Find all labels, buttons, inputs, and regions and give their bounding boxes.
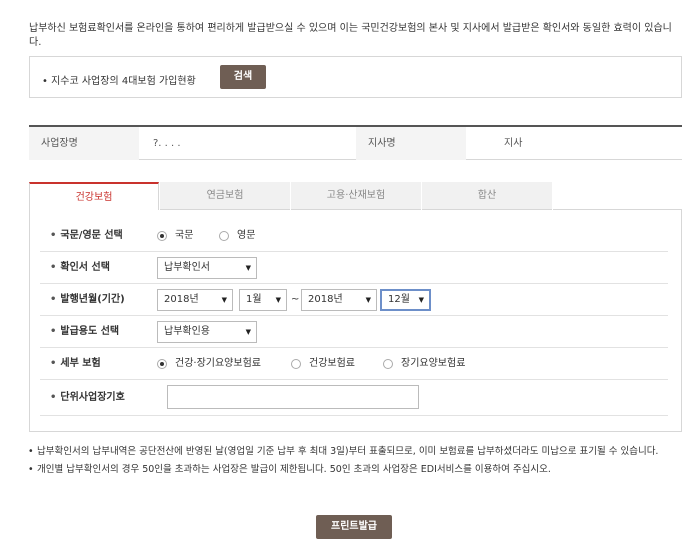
radio-health-longterm-label: 건강·장기요양보험료 — [175, 358, 261, 369]
from-year-select[interactable]: 2018년 ▼ — [157, 289, 233, 311]
dropdown-arrow-icon: ▼ — [221, 296, 227, 304]
unit-code-label: 단위사업장기호 — [60, 392, 125, 403]
search-box: • 지수코 사업장의 4대보험 가입현황 검색 — [29, 56, 682, 98]
purpose-label: 발급용도 선택 — [60, 326, 120, 337]
tab-health[interactable]: 건강보험 — [29, 182, 159, 210]
certificate-label: 확인서 선택 — [60, 262, 110, 273]
dropdown-arrow-icon: ▼ — [365, 296, 371, 304]
row-language: • 국문/영문 선택 국문 영문 — [40, 220, 668, 252]
notes: 납부확인서의 납부내역은 공단전산에 반영된 날(영업일 기준 납부 후 최대 … — [28, 446, 683, 482]
branch-label: 지사명 — [356, 127, 466, 160]
purpose-select[interactable]: 납부확인용 ▼ — [157, 321, 257, 343]
certificate-select[interactable]: 납부확인서 ▼ — [157, 257, 257, 279]
radio-longterm-label: 장기요양보험료 — [401, 358, 466, 369]
to-month-select[interactable]: 12월 ▼ — [380, 289, 431, 311]
radio-health[interactable] — [291, 359, 301, 369]
radio-longterm[interactable] — [383, 359, 393, 369]
note-item: 납부확인서의 납부내역은 공단전산에 반영된 날(영업일 기준 납부 후 최대 … — [28, 446, 683, 458]
from-month-select[interactable]: 1월 ▼ — [239, 289, 287, 311]
row-period: • 발행년월(기간) 2018년 ▼ 1월 ▼ ~ 2018년 ▼ 12월 ▼ — [40, 284, 668, 316]
print-button[interactable]: 프린트발급 — [316, 515, 392, 539]
radio-english[interactable] — [219, 231, 229, 241]
dropdown-arrow-icon: ▼ — [245, 328, 251, 336]
row-certificate: • 확인서 선택 납부확인서 ▼ — [40, 252, 668, 284]
row-detail-insurance: • 세부 보험 건강·장기요양보험료 건강보험료 장기요양보험료 — [40, 348, 668, 380]
note-item: 개인별 납부확인서의 경우 50인을 초과하는 사업장은 발급이 제한됩니다. … — [28, 464, 683, 476]
insurance-tabs: 건강보험 연금보험 고용·산재보험 합산 — [29, 182, 682, 210]
row-unit-code: • 단위사업장기호 — [40, 380, 668, 416]
certificate-form: • 국문/영문 선택 국문 영문 • 확인서 선택 납부확인서 ▼ • 발행년월(기간… — [29, 210, 682, 432]
intro-text: 납부하신 보험료확인서를 온라인을 통하여 편리하게 발급받으실 수 있으며 이… — [29, 23, 672, 48]
period-label: 발행년월(기간) — [60, 294, 125, 305]
period-separator: ~ — [291, 294, 300, 305]
unit-code-input[interactable] — [167, 385, 419, 409]
dropdown-arrow-icon: ▼ — [275, 296, 281, 304]
tab-employment[interactable]: 고용·산재보험 — [291, 182, 421, 210]
tab-total[interactable]: 합산 — [422, 182, 552, 210]
business-info-table: 사업장명 ?. . . . 지사명 지사 — [29, 125, 682, 160]
row-purpose: • 발급용도 선택 납부확인용 ▼ — [40, 316, 668, 348]
radio-health-label: 건강보험료 — [309, 358, 355, 369]
language-label: 국문/영문 선택 — [60, 230, 123, 241]
radio-health-longterm[interactable] — [157, 359, 167, 369]
dropdown-arrow-icon: ▼ — [245, 264, 251, 272]
to-year-select[interactable]: 2018년 ▼ — [301, 289, 377, 311]
branch-value: 지사 — [504, 138, 523, 149]
radio-korean-label: 국문 — [175, 230, 194, 241]
dropdown-arrow-icon: ▼ — [418, 296, 424, 304]
business-name-label: 사업장명 — [29, 127, 139, 160]
radio-korean[interactable] — [157, 231, 167, 241]
business-name-value: ?. . . . — [153, 138, 181, 149]
radio-english-label: 영문 — [237, 230, 256, 241]
tab-pension[interactable]: 연금보험 — [160, 182, 290, 210]
detail-label: 세부 보험 — [60, 358, 101, 369]
search-label: • 지수코 사업장의 4대보험 가입현황 — [42, 76, 196, 87]
search-button[interactable]: 검색 — [220, 65, 266, 89]
